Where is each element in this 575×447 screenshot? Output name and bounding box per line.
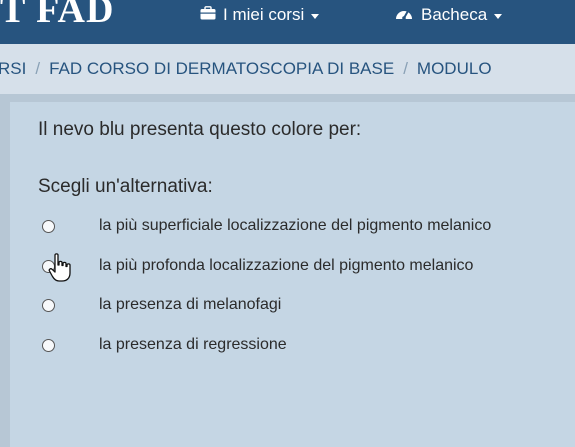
radio-button[interactable]: [42, 298, 55, 312]
answer-option-label: la più profonda localizzazione del pigme…: [99, 257, 474, 274]
chevron-down-icon: [494, 13, 503, 19]
answer-option[interactable]: la presenza di regressione: [40, 333, 575, 357]
nav-dashboard[interactable]: Bacheca: [394, 5, 503, 26]
site-logo[interactable]: T FAD: [0, 0, 114, 30]
breadcrumb-item-module[interactable]: MODULO: [417, 59, 492, 79]
breadcrumb: RSI / FAD CORSO DI DERMATOSCOPIA DI BASE…: [0, 44, 575, 94]
question-text: Il nevo blu presenta questo colore per:: [38, 119, 362, 140]
answer-option-label: la più superficiale localizzazione del p…: [99, 217, 492, 234]
dashboard-icon: [394, 5, 414, 26]
breadcrumb-separator: /: [403, 59, 408, 78]
answer-prompt: Scegli un'alternativa:: [38, 176, 213, 197]
nav-my-courses-label: I miei corsi: [223, 5, 305, 24]
breadcrumb-separator: /: [35, 59, 41, 78]
answer-option[interactable]: la più superficiale localizzazione del p…: [40, 214, 575, 238]
radio-button[interactable]: [42, 338, 55, 352]
nav-dashboard-label: Bacheca: [421, 5, 488, 24]
answer-option-label: la presenza di melanofagi: [99, 296, 282, 313]
chevron-down-icon: [311, 13, 320, 19]
answer-option[interactable]: la presenza di melanofagi: [40, 293, 575, 317]
answer-option-label: la presenza di regressione: [99, 336, 287, 353]
radio-button[interactable]: [42, 259, 55, 273]
breadcrumb-item-course[interactable]: FAD CORSO DI DERMATOSCOPIA DI BASE: [49, 59, 394, 79]
breadcrumb-item-section[interactable]: RSI: [0, 59, 26, 79]
radio-button[interactable]: [42, 219, 55, 233]
top-navbar: T FAD I miei corsi Bacheca: [0, 0, 575, 44]
briefcase-icon: [200, 5, 216, 25]
answer-option[interactable]: la più profonda localizzazione del pigme…: [40, 254, 575, 278]
nav-my-courses[interactable]: I miei corsi: [200, 5, 320, 25]
